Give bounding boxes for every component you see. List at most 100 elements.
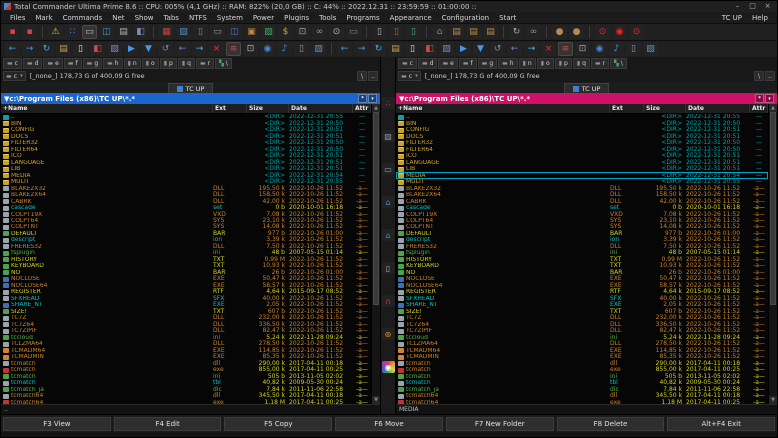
drive-button-e[interactable]: ▬e [43, 58, 62, 69]
view-details-icon[interactable]: ▤ [116, 25, 131, 39]
crop-icon[interactable]: ⊡ [575, 42, 590, 56]
menu-show[interactable]: Show [130, 14, 159, 22]
column-header-size[interactable]: Size [247, 104, 289, 113]
drive-button-e[interactable]: ▬e [438, 58, 457, 69]
shutdown-icon[interactable]: ⊙ [629, 25, 644, 39]
color-list-icon[interactable]: ≡ [226, 42, 241, 56]
left-tab[interactable]: TC UP [168, 83, 214, 93]
right-updir-button[interactable]: .. [765, 71, 775, 81]
image-icon[interactable]: ▨ [107, 42, 122, 56]
folder-media-icon[interactable]: ▣ [244, 25, 259, 39]
record-icon[interactable]: ◉ [612, 25, 627, 39]
music-icon[interactable]: ♪ [609, 42, 624, 56]
drive-button-g[interactable]: ▬g [478, 58, 497, 69]
maximize-button[interactable]: □ [746, 2, 759, 11]
next-icon[interactable]: → [192, 42, 207, 56]
computer-1-icon[interactable]: ⌂ [382, 196, 395, 208]
copy-files-icon[interactable]: ⊡ [295, 25, 310, 39]
phone-icon[interactable]: ▯ [294, 42, 309, 56]
clipboard-icon[interactable]: ▯ [372, 25, 387, 39]
column-header-attr[interactable]: Attr [353, 104, 371, 113]
power-icon[interactable]: ⊙ [595, 25, 610, 39]
picture-icon[interactable]: ▨ [311, 42, 326, 56]
drive-button-h[interactable]: ▬h [103, 58, 122, 69]
menu-files[interactable]: Files [5, 14, 30, 22]
close-button[interactable]: × [761, 2, 774, 11]
pc-network-icon[interactable]: ⌂ [432, 25, 447, 39]
column-header-name[interactable]: +Name [1, 104, 213, 113]
red-panel-icon[interactable]: ◧ [422, 42, 437, 56]
forward-icon[interactable]: → [354, 42, 369, 56]
wallpaper-icon[interactable]: ▨ [176, 25, 191, 39]
left-root-button[interactable]: \ [357, 71, 367, 81]
info-icon[interactable]: ◉ [260, 42, 275, 56]
menu-ntfs[interactable]: NTFS [184, 14, 212, 22]
scroll-up-icon[interactable]: ▲ [769, 104, 777, 112]
column-header-ext[interactable]: Ext [213, 104, 247, 113]
computer-2-icon[interactable]: ⌂ [382, 229, 395, 241]
close-red-icon[interactable]: × [541, 42, 556, 56]
drive-button-d[interactable]: ▬d [23, 58, 42, 69]
right-scrollbar[interactable]: ▲ ▼ [768, 104, 777, 404]
menu-programs[interactable]: Programs [341, 14, 384, 22]
hand-2-icon[interactable]: ● [569, 25, 584, 39]
play-icon[interactable]: ▶ [124, 42, 139, 56]
search-icon[interactable]: ⊙ [329, 25, 344, 39]
currency-icon[interactable]: $ [278, 25, 293, 39]
sync-icon[interactable]: ↻ [509, 25, 524, 39]
menu-tabs[interactable]: Tabs [158, 14, 184, 22]
minimize-button[interactable]: – [731, 2, 744, 11]
warning-icon[interactable]: ⚠ [48, 25, 63, 39]
menu-system[interactable]: System [212, 14, 248, 22]
drive-button-r[interactable]: ▬r [591, 58, 609, 69]
right-path-bar[interactable]: ▼c:\Program Files (x86)\TC UP\*.* * ▾ [396, 93, 777, 104]
left-scrollbar[interactable]: ▲ ▼ [371, 104, 380, 404]
folder-icon[interactable]: ▤ [56, 42, 71, 56]
scroll-up-icon[interactable]: ▲ [372, 104, 380, 112]
record-red-1-icon[interactable]: ▪ [5, 25, 20, 39]
hand-1-icon[interactable]: ● [552, 25, 567, 39]
left-favorites-button[interactable]: * [358, 94, 367, 103]
drive-button-f[interactable]: ▬f [459, 58, 477, 69]
back-icon[interactable]: ← [337, 42, 352, 56]
menu-power[interactable]: Power [248, 14, 279, 22]
drive-button-network[interactable]: ▚\ [215, 58, 232, 69]
drive-button-d[interactable]: ▬d [418, 58, 437, 69]
drive-button-q[interactable]: ▮q [573, 58, 590, 69]
expand-down-icon[interactable]: ▼ [473, 42, 488, 56]
drive-button-o[interactable]: ▮o [142, 58, 159, 69]
rotate-icon[interactable]: ↺ [490, 42, 505, 56]
window-plain-icon[interactable]: ▭ [346, 25, 361, 39]
left-history-button[interactable]: ▾ [368, 94, 377, 103]
left-scroll-track[interactable] [372, 112, 380, 396]
right-tab[interactable]: TC UP [564, 83, 610, 93]
close-red-icon[interactable]: × [209, 42, 224, 56]
crop-icon[interactable]: ⊡ [243, 42, 258, 56]
drive-button-c[interactable]: ▬c [398, 58, 417, 69]
view-split-icon[interactable]: ◧ [133, 25, 148, 39]
drive-button-o[interactable]: ▮o [537, 58, 554, 69]
play-icon[interactable]: ▶ [456, 42, 471, 56]
next-icon[interactable]: → [524, 42, 539, 56]
folder-icon[interactable]: ▤ [388, 42, 403, 56]
menu-commands[interactable]: Commands [58, 14, 108, 22]
drive-button-f[interactable]: ▬f [64, 58, 82, 69]
right-scroll-track[interactable] [769, 112, 777, 396]
left-path-bar[interactable]: ▼c:\Program Files (x86)\TC UP\*.* * ▾ [1, 93, 380, 104]
image-view-icon[interactable]: ▨ [382, 130, 395, 142]
fkey-button-f6-move[interactable]: F6 Move [335, 417, 443, 431]
clipboard-paste-icon[interactable]: ▯ [389, 25, 404, 39]
archive-3-icon[interactable]: ▤ [483, 25, 498, 39]
column-header-attr[interactable]: Attr [750, 104, 768, 113]
drive-button-n[interactable]: ▮n [519, 58, 536, 69]
drive-button-g[interactable]: ▬g [83, 58, 102, 69]
right-history-button[interactable]: ▾ [765, 94, 774, 103]
right-favorites-button[interactable]: * [755, 94, 764, 103]
forward-icon[interactable]: → [22, 42, 37, 56]
fkey-button-f5-copy[interactable]: F5 Copy [224, 417, 332, 431]
device-icon[interactable]: ▯ [193, 25, 208, 39]
gear-icon[interactable]: ⊛ [382, 328, 395, 340]
drive-button-p[interactable]: ▮p [555, 58, 572, 69]
view-brief-icon[interactable]: ◫ [99, 25, 114, 39]
archive-1-icon[interactable]: ▤ [449, 25, 464, 39]
